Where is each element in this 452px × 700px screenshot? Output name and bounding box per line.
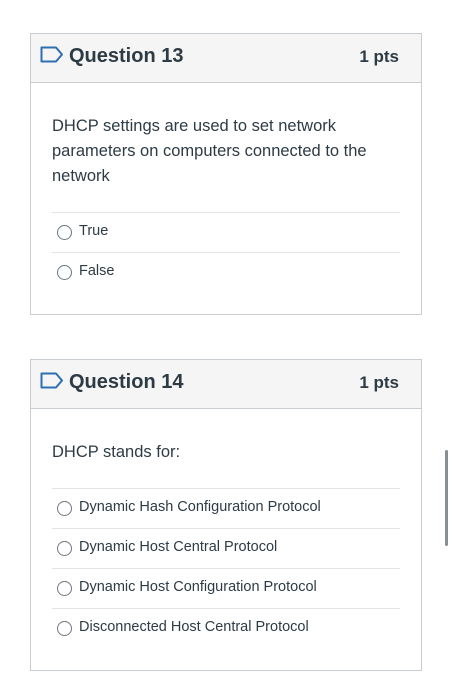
flag-question-icon[interactable] <box>40 372 64 389</box>
flag-question-icon[interactable] <box>40 46 64 63</box>
answer-option[interactable]: True <box>52 212 400 252</box>
radio-unchecked-icon[interactable] <box>57 541 72 556</box>
radio-unchecked-icon[interactable] <box>57 501 72 516</box>
answer-label[interactable]: Dynamic Hash Configuration Protocol <box>79 499 321 515</box>
answer-label[interactable]: False <box>79 263 114 279</box>
quiz-page: Question 13 1 pts DHCP settings are used… <box>0 0 452 700</box>
answer-list: True False <box>52 212 400 292</box>
answer-option[interactable]: Disconnected Host Central Protocol <box>52 608 400 648</box>
answer-label[interactable]: True <box>79 223 108 239</box>
question-header: Question 13 1 pts <box>31 34 421 83</box>
answer-label[interactable]: Dynamic Host Central Protocol <box>79 539 277 555</box>
answer-option[interactable]: Dynamic Host Central Protocol <box>52 528 400 568</box>
question-text: DHCP settings are used to set network pa… <box>52 117 367 185</box>
answer-option[interactable]: Dynamic Host Configuration Protocol <box>52 568 400 608</box>
answer-list: Dynamic Hash Configuration Protocol Dyna… <box>52 488 400 648</box>
question-13-card: Question 13 1 pts DHCP settings are used… <box>30 33 422 315</box>
question-points: 1 pts <box>359 373 399 392</box>
answer-option[interactable]: False <box>52 252 400 292</box>
question-title: Question 14 <box>69 371 184 393</box>
radio-unchecked-icon[interactable] <box>57 581 72 596</box>
answer-label[interactable]: Dynamic Host Configuration Protocol <box>79 579 317 595</box>
answer-label[interactable]: Disconnected Host Central Protocol <box>79 619 309 635</box>
question-points: 1 pts <box>359 47 399 66</box>
radio-unchecked-icon[interactable] <box>57 265 72 280</box>
answer-option[interactable]: Dynamic Hash Configuration Protocol <box>52 488 400 528</box>
question-text: DHCP stands for: <box>52 443 181 461</box>
question-14-card: Question 14 1 pts DHCP stands for: Dynam… <box>30 359 422 671</box>
scrollbar-thumb[interactable] <box>445 450 448 546</box>
question-title: Question 13 <box>69 45 184 67</box>
radio-unchecked-icon[interactable] <box>57 621 72 636</box>
question-header: Question 14 1 pts <box>31 360 421 409</box>
radio-unchecked-icon[interactable] <box>57 225 72 240</box>
